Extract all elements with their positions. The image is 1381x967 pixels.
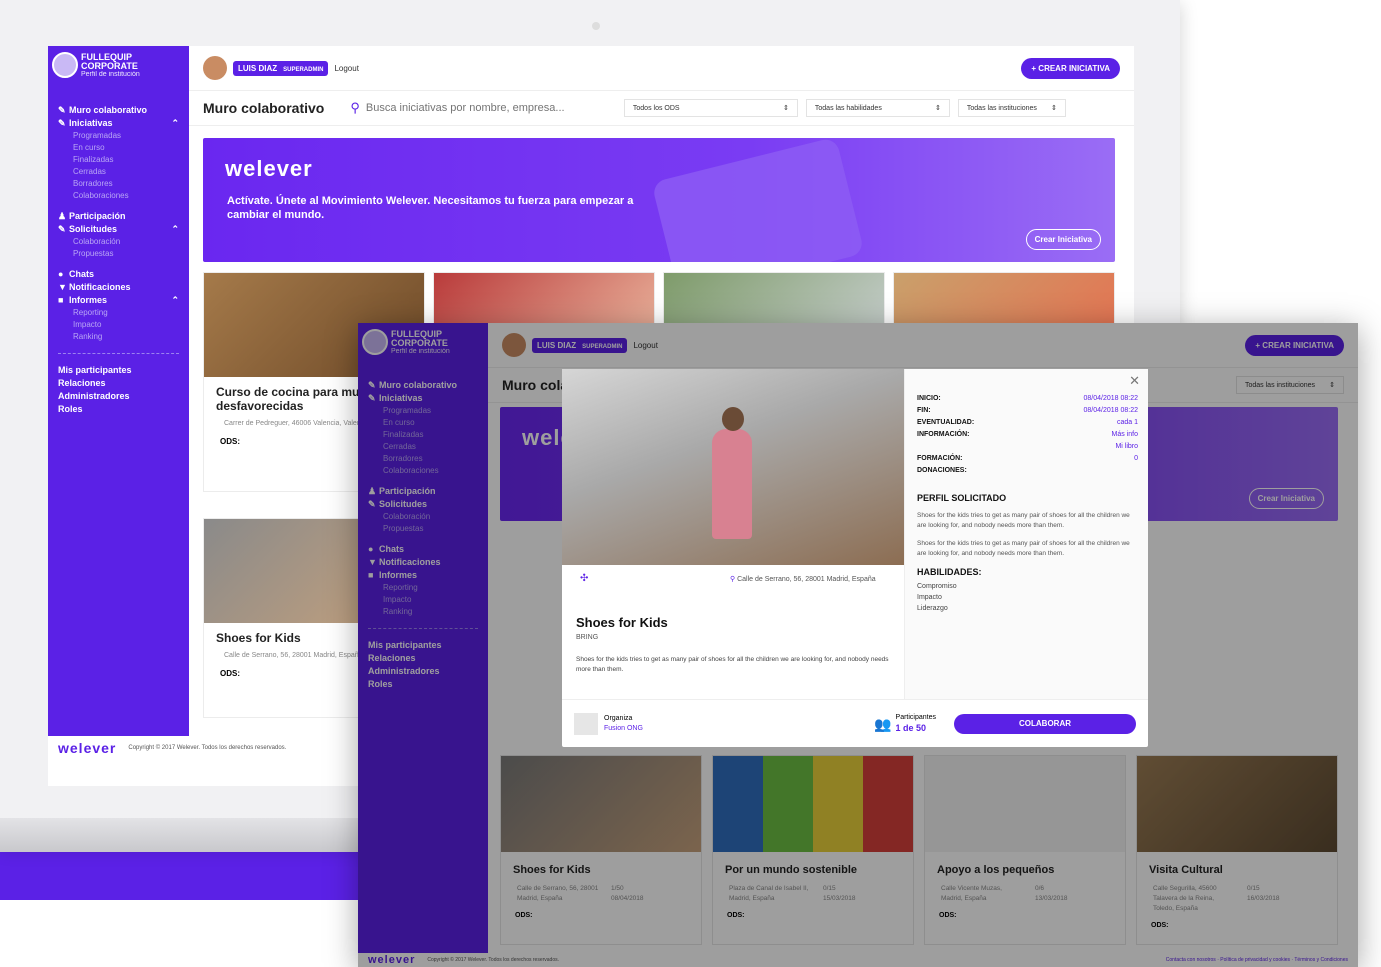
hero-brand: welever	[225, 156, 313, 181]
sidebar-item-finalizadas[interactable]: Finalizadas	[58, 154, 179, 166]
participants: 👥 Participantes 1 de 50	[874, 713, 936, 733]
camera-icon	[592, 22, 600, 30]
ods-icon: ✣	[580, 573, 589, 584]
sidebar-item-propuestas[interactable]: Propuestas	[58, 248, 179, 260]
colaborar-button[interactable]: COLABORAR	[954, 713, 1136, 734]
start-date: 08/04/2018 08:22	[1083, 395, 1139, 402]
sidebar-item-reporting[interactable]: Reporting	[58, 307, 179, 319]
formacion-value: 0	[1134, 455, 1138, 462]
end-date: 08/04/2018 08:22	[1083, 407, 1139, 414]
modal-subtitle: BRING	[576, 634, 599, 641]
sidebar-item-colaboracion[interactable]: Colaboración	[58, 236, 179, 248]
chevron-icon: ⇕	[783, 105, 789, 112]
sidebar-item-relaciones[interactable]: Relaciones	[58, 377, 179, 390]
org-sub: Perfil de institución	[81, 70, 140, 78]
front-screen: FULLEQUIP CORPORATE Perfil de institució…	[358, 323, 1358, 967]
frequency: cada 1	[1116, 419, 1138, 426]
org-logo	[52, 52, 78, 78]
org-avatar	[574, 712, 598, 735]
instituciones-select[interactable]: Todas las instituciones ⇕	[957, 99, 1066, 117]
habilidades-select[interactable]: Todas las habilidades ⇕	[805, 99, 950, 117]
org-name-2: CORPORATE	[81, 60, 138, 71]
logout-link[interactable]: Logout	[334, 64, 358, 73]
footer: welever Copyright © 2017 Welever. Todos …	[48, 736, 348, 760]
close-icon[interactable]: ✕	[1129, 373, 1140, 389]
hero-text: Actívate. Únete al Movimiento Welever. N…	[227, 195, 634, 221]
sidebar: FULLEQUIP CORPORATE Perfil de institució…	[48, 46, 189, 736]
ods-select[interactable]: Todos los ODS ⇕	[623, 99, 798, 117]
sidebar-item-colaboraciones[interactable]: Colaboraciones	[58, 190, 179, 202]
org-brand: FULLEQUIP CORPORATE Perfil de institució…	[48, 46, 189, 84]
chevron-icon: ⇕	[935, 105, 941, 112]
modal-description: Shoes for the kids tries to get as many …	[576, 656, 889, 673]
modal-details: INICIO: 08/04/2018 08:22 FIN: 08/04/2018 0…	[904, 369, 1148, 699]
footer-logo: welever	[58, 740, 117, 756]
sidebar-item-solicitudes[interactable]: ✎ Solicitudes ⌃	[58, 223, 179, 236]
sidebar-item-participacion[interactable]: ♟ Participación	[58, 210, 179, 223]
search-icon: ⚲	[350, 100, 360, 115]
hero-banner: welever Actívate. Únete al Movimiento We…	[203, 138, 1115, 262]
profile-text-2: Shoes for the kids tries to get as many …	[917, 540, 1130, 557]
organizer-link[interactable]: Fusion ONG	[604, 725, 643, 732]
initiative-modal: INICIO: 08/04/2018 08:22 FIN: 08/04/2018 0…	[562, 369, 1148, 747]
sidebar-item-informes[interactable]: ■ Informes ⌃	[58, 294, 179, 307]
sidebar-item-ranking[interactable]: Ranking	[58, 331, 179, 343]
modal-footer: Organiza Fusion ONG 👥 Participantes 1 de 5…	[562, 699, 1148, 747]
skills-heading: HABILIDADES:	[917, 567, 982, 577]
organizer: Organiza Fusion ONG	[604, 714, 643, 732]
info-link[interactable]: Más info	[1112, 431, 1138, 438]
profile-text-1: Shoes for the kids tries to get as many …	[917, 512, 1130, 529]
user-badge[interactable]: LUIS DIAZ SUPERADMIN	[233, 60, 329, 76]
phone-image	[651, 138, 865, 262]
sidebar-item-administradores[interactable]: Administradores	[58, 390, 179, 403]
search-input[interactable]	[365, 102, 616, 114]
avatar[interactable]	[203, 56, 227, 80]
modal-title: Shoes for Kids	[576, 615, 668, 630]
sidebar-item-impacto[interactable]: Impacto	[58, 319, 179, 331]
footer-copyright: Copyright © 2017 Welever. Todos los dere…	[128, 745, 287, 751]
modal-location: ⚲ Calle de Serrano, 56, 28001 Madrid, Es…	[730, 576, 876, 583]
filter-bar: Muro colaborativo ⚲ Todos los ODS⇕ Todas…	[189, 90, 1134, 126]
book-link[interactable]: Mi libro	[1115, 443, 1138, 450]
hero-create-button[interactable]: Crear Iniciativa	[1025, 229, 1101, 250]
marketing-composition: FULLEQUIP CORPORATE Perfil de institució…	[0, 0, 1381, 967]
sidebar-item-mis-participantes[interactable]: Mis participantes	[58, 364, 179, 377]
sidebar-divider	[58, 353, 179, 354]
sidebar-item-roles[interactable]: Roles	[58, 403, 179, 416]
sidebar-item-borradores[interactable]: Borradores	[58, 178, 179, 190]
sidebar-item-notificaciones[interactable]: ▼ Notificaciones	[58, 281, 179, 294]
create-initiative-button[interactable]: + CREAR INICIATIVA	[1021, 57, 1120, 79]
page-title: Muro colaborativo	[203, 100, 325, 116]
topbar: LUIS DIAZ SUPERADMIN Logout + CREAR INICI…	[189, 46, 1134, 90]
sidebar-item-chats[interactable]: ● Chats	[58, 268, 179, 281]
chevron-icon: ⇕	[1051, 105, 1057, 112]
skills-list: Compromiso Impacto Liderazgo	[917, 583, 957, 612]
sidebar-item-programadas[interactable]: Programadas	[58, 130, 179, 142]
initiative-photo	[562, 369, 904, 565]
participants-icon: 👥	[874, 715, 892, 732]
sidebar-item-cerradas[interactable]: Cerradas	[58, 166, 179, 178]
sidebar-item-muro[interactable]: ✎ Muro colaborativo	[58, 104, 179, 117]
sidebar-item-en-curso[interactable]: En curso	[58, 142, 179, 154]
sidebar-item-iniciativas[interactable]: ✎ Iniciativas ⌃	[58, 117, 179, 130]
profile-heading: PERFIL SOLICITADO	[917, 493, 1007, 503]
